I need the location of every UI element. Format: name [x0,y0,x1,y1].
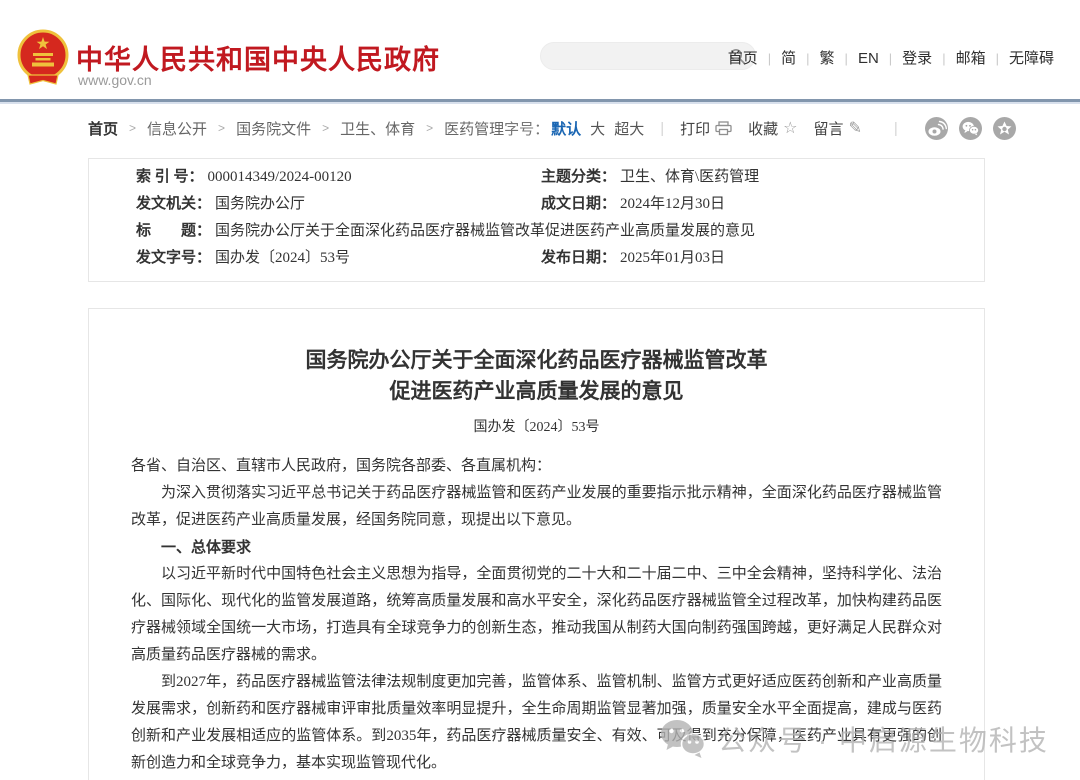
breadcrumb-toolbar-row: 首页 > 信息公开 > 国务院文件 > 卫生、体育 > 医药管理 字号： 默认 … [88,116,985,140]
meta-topic-label: 主题分类： [541,164,616,191]
print-button[interactable]: 打印 [680,118,732,139]
toolbar-separator: | [894,120,898,137]
section-heading-1: 一、总体要求 [131,534,942,561]
nav-simplified[interactable]: 简 [779,50,798,67]
font-size-xlarge-button[interactable]: 超大 [614,118,644,139]
print-label: 打印 [680,118,710,139]
wechat-watermark-icon [660,718,706,760]
gov-cn-page: 中华人民共和国中央人民政府 www.gov.cn 首页|简|繁|EN|登录|邮箱… [0,0,1080,780]
nav-login[interactable]: 登录 [900,50,934,67]
salutation-paragraph: 各省、自治区、直辖市人民政府，国务院各部委、各直属机构： [131,453,942,480]
wechat-share-icon[interactable] [959,117,982,140]
meta-title-label: 标 题： [136,218,211,245]
watermark-text: 公众号 · 中启源生物科技 [718,719,1049,759]
breadcrumb-separator: > [322,121,329,135]
meta-docno-label: 发文字号： [136,245,211,272]
meta-date-written-label: 成文日期： [541,191,616,218]
top-nav: 首页 | 简 | 繁 | EN | 登录 | 邮箱 | 无障碍 [726,47,1056,68]
search-box[interactable] [540,42,756,70]
document-content-box: 国务院办公厅关于全面深化药品医疗器械监管改革 促进医药产业高质量发展的意见 国办… [88,308,985,780]
font-size-label: 字号： [504,118,549,139]
share-buttons [914,117,1016,140]
meta-index-value: 000014349/2024-00120 [208,164,352,191]
site-header: 中华人民共和国中央人民政府 www.gov.cn 首页|简|繁|EN|登录|邮箱… [0,0,1080,99]
document-metadata-box: 索 引 号： 000014349/2024-00120 主题分类： 卫生、体育\… [88,158,985,282]
nav-traditional[interactable]: 繁 [818,50,837,67]
meta-agency-value: 国务院办公厅 [215,191,305,218]
meta-agency-label: 发文机关： [136,191,211,218]
nav-separator: | [806,51,809,66]
qzone-share-icon[interactable] [993,117,1016,140]
favorite-label: 收藏 [748,118,778,139]
meta-date-written-value: 2024年12月30日 [620,191,725,218]
body-paragraph: 以习近平新时代中国特色社会主义思想为指导，全面贯彻党的二十大和二十届二中、三中全… [131,561,942,669]
meta-date-pub-value: 2025年01月03日 [620,245,725,272]
meta-date-pub-label: 发布日期： [541,245,616,272]
document-title-line2: 促进医药产业高质量发展的意见 [89,376,984,407]
breadcrumb-separator: > [129,121,136,135]
meta-row: 索 引 号： 000014349/2024-00120 主题分类： 卫生、体育\… [89,164,984,191]
meta-row: 发文机关： 国务院办公厅 成文日期： 2024年12月30日 [89,191,984,218]
star-icon: ☆ [783,118,797,138]
meta-topic-value: 卫生、体育\医药管理 [620,164,759,191]
breadcrumb-separator: > [426,121,433,135]
nav-separator: | [996,51,999,66]
meta-index-label: 索 引 号： [136,164,204,191]
font-size-default-button[interactable]: 默认 [551,118,581,139]
nav-accessibility[interactable]: 无障碍 [1007,50,1056,67]
nav-separator: | [768,51,771,66]
breadcrumb-pharma-admin[interactable]: 医药管理 [444,118,504,139]
breadcrumb-home[interactable]: 首页 [88,118,118,139]
header-divider-light [0,102,1080,104]
printer-icon [715,121,732,136]
pencil-icon: ✎ [849,118,862,138]
document-number: 国办发〔2024〕53号 [89,416,984,436]
meta-row: 标 题： 国务院办公厅关于全面深化药品医疗器械监管改革促进医药产业高质量发展的意… [89,218,984,245]
nav-separator: | [942,51,945,66]
watermark: 公众号 · 中启源生物科技 [660,718,1049,760]
national-emblem-icon[interactable] [16,28,70,86]
body-paragraph: 为深入贯彻落实习近平总书记关于药品医疗器械监管和医药产业发展的重要指示批示精神，… [131,480,942,534]
favorite-button[interactable]: 收藏 ☆ [748,118,797,139]
nav-mail[interactable]: 邮箱 [954,50,988,67]
breadcrumb-separator: > [218,121,225,135]
nav-home[interactable]: 首页 [726,50,760,67]
document-title: 国务院办公厅关于全面深化药品医疗器械监管改革 促进医药产业高质量发展的意见 [89,345,984,407]
font-size-large-button[interactable]: 大 [590,118,605,139]
breadcrumb: 首页 > 信息公开 > 国务院文件 > 卫生、体育 > 医药管理 [88,118,504,139]
breadcrumb-health-sports[interactable]: 卫生、体育 [340,118,415,139]
meta-title-value: 国务院办公厅关于全面深化药品医疗器械监管改革促进医药产业高质量发展的意见 [215,218,755,245]
meta-docno-value: 国办发〔2024〕53号 [215,245,350,272]
meta-row: 发文字号： 国办发〔2024〕53号 发布日期： 2025年01月03日 [89,245,984,272]
site-url: www.gov.cn [78,72,152,88]
nav-separator: | [889,51,892,66]
comment-label: 留言 [813,118,843,139]
comment-button[interactable]: 留言 ✎ [813,118,861,139]
nav-english[interactable]: EN [856,50,881,67]
breadcrumb-info-disclosure[interactable]: 信息公开 [147,118,207,139]
document-title-line1: 国务院办公厅关于全面深化药品医疗器械监管改革 [89,345,984,376]
breadcrumb-state-council-docs[interactable]: 国务院文件 [236,118,311,139]
weibo-share-icon[interactable] [925,117,948,140]
page-toolbar: 字号： 默认 大 超大 | 打印 收藏 ☆ 留言 ✎ | [504,117,1016,140]
search-input[interactable] [553,45,727,69]
nav-separator: | [845,51,848,66]
toolbar-separator: | [660,120,664,137]
